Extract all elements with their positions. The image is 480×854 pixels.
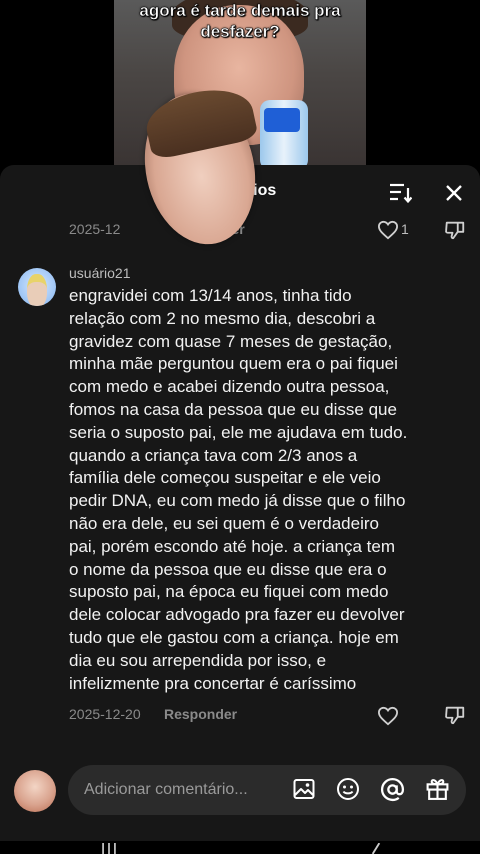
- image-icon[interactable]: [292, 777, 316, 801]
- heart-icon[interactable]: [377, 220, 399, 240]
- sort-icon[interactable]: [388, 182, 412, 204]
- close-icon[interactable]: [442, 181, 466, 205]
- dislike-icon[interactable]: [444, 704, 466, 726]
- system-nav-bar: [0, 841, 480, 854]
- prev-like-count: 1: [401, 221, 409, 237]
- video-caption: agora é tarde demais pra desfazer?: [139, 1, 341, 42]
- my-avatar: [14, 770, 56, 812]
- back-icon[interactable]: [366, 843, 386, 854]
- bottle-cap: [264, 108, 300, 132]
- dislike-icon[interactable]: [444, 219, 466, 241]
- emoji-icon[interactable]: [336, 777, 360, 801]
- heart-icon[interactable]: [377, 706, 399, 726]
- comment-date: 2025-12-20: [69, 706, 141, 722]
- comment-username[interactable]: usuário21: [69, 265, 131, 281]
- recent-apps-icon[interactable]: [97, 843, 121, 854]
- avatar-figure: [27, 274, 47, 306]
- prev-comment-date: 2025-12: [69, 221, 121, 237]
- comment-text: engravidei com 13/14 anos, tinha tido re…: [69, 286, 408, 693]
- gift-icon[interactable]: [425, 776, 450, 801]
- comment-input[interactable]: [84, 778, 284, 802]
- reply-button[interactable]: Responder: [164, 706, 237, 722]
- at-mention-icon[interactable]: [380, 777, 405, 802]
- avatar[interactable]: [18, 268, 56, 306]
